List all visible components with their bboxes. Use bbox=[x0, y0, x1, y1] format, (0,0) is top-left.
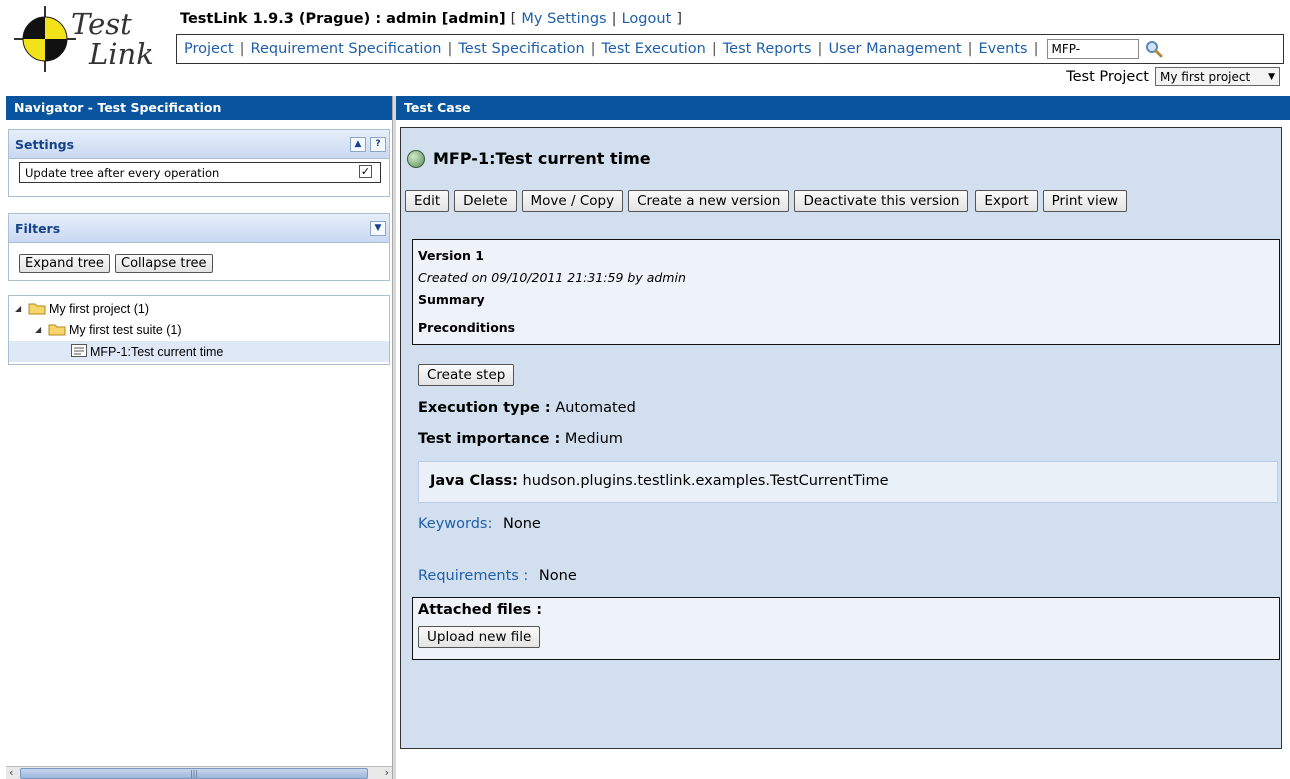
testcase-actions-toolbar: Edit Delete Move / Copy Create a new ver… bbox=[405, 190, 1128, 212]
print-view-button[interactable]: Print view bbox=[1042, 190, 1128, 212]
logo-word-test: Test bbox=[71, 7, 132, 41]
edit-button[interactable]: Edit bbox=[405, 190, 450, 212]
test-project-select[interactable]: My first project ▼ bbox=[1155, 67, 1280, 86]
main-menu-bar: Project | Requirement Specification | Test… bbox=[176, 34, 1284, 64]
menu-user-management[interactable]: User Management bbox=[828, 41, 961, 57]
summary-label: Summary bbox=[418, 292, 485, 307]
created-info: Created on 09/10/2011 21:31:59 by admin bbox=[418, 270, 686, 285]
keywords-value: None bbox=[502, 516, 541, 532]
attached-files-label: Attached files : bbox=[418, 602, 543, 618]
menu-test-execution[interactable]: Test Execution bbox=[602, 41, 706, 57]
menu-test-specification[interactable]: Test Specification bbox=[458, 41, 584, 57]
tree-node-suite[interactable]: ◢ My first test suite (1) bbox=[35, 319, 182, 340]
collapse-up-icon[interactable]: ▲ bbox=[350, 137, 366, 152]
create-new-version-button[interactable]: Create a new version bbox=[628, 190, 790, 212]
tree-node-label: My first test suite (1) bbox=[69, 322, 182, 337]
move-copy-button[interactable]: Move / Copy bbox=[521, 190, 624, 212]
test-project-label: Test Project bbox=[1066, 68, 1149, 85]
test-importance-value: Medium bbox=[564, 431, 623, 447]
filters-panel-header[interactable]: Filters ▼ bbox=[8, 213, 390, 243]
user-info-line: TestLink 1.9.3 (Prague) : admin [admin] … bbox=[180, 11, 682, 27]
navigator-title: Navigator - Test Specification bbox=[6, 96, 392, 120]
setting-update-tree-row: Update tree after every operation ✓ bbox=[19, 162, 381, 183]
deactivate-version-button[interactable]: Deactivate this version bbox=[794, 190, 969, 212]
filters-panel-body: Expand tree Collapse tree bbox=[8, 243, 390, 281]
upload-new-file-button[interactable]: Upload new file bbox=[418, 626, 541, 648]
tree-node-testcase[interactable]: MFP-1:Test current time bbox=[9, 341, 389, 362]
export-button[interactable]: Export bbox=[975, 190, 1038, 212]
search-icon[interactable] bbox=[1144, 39, 1166, 59]
requirements-link[interactable]: Requirements : bbox=[418, 568, 528, 584]
tree-node-project[interactable]: ◢ My first project (1) bbox=[15, 298, 149, 319]
logo-emblem-icon bbox=[14, 6, 76, 72]
testcase-title: MFP-1:Test current time bbox=[433, 149, 651, 168]
tree-node-label: My first project (1) bbox=[49, 301, 150, 316]
logo-word-link: Link bbox=[89, 37, 154, 71]
execution-type-label: Execution type : bbox=[418, 400, 551, 416]
execution-type-field: Execution type : Automated bbox=[418, 400, 636, 416]
menu-requirement-specification[interactable]: Requirement Specification bbox=[251, 41, 442, 57]
testlink-logo: Test Link bbox=[14, 6, 164, 76]
settings-panel-body: Update tree after every operation ✓ bbox=[8, 159, 390, 197]
test-importance-label: Test importance : bbox=[418, 431, 561, 447]
testcase-panel-title: Test Case bbox=[396, 96, 1290, 120]
logout-link[interactable]: Logout bbox=[622, 11, 672, 27]
app-title: TestLink 1.9.3 (Prague) : admin [admin] bbox=[180, 11, 506, 27]
update-tree-checkbox[interactable]: ✓ bbox=[359, 165, 372, 178]
settings-panel-header[interactable]: Settings ▲ ? bbox=[8, 129, 390, 159]
test-project-selected-value: My first project bbox=[1160, 69, 1251, 84]
delete-button[interactable]: Delete bbox=[454, 190, 517, 212]
testcase-search-input[interactable] bbox=[1046, 39, 1139, 59]
filters-title: Filters bbox=[15, 221, 61, 236]
dropdown-arrow-icon: ▼ bbox=[1268, 71, 1275, 82]
collapse-tree-button[interactable]: Collapse tree bbox=[115, 254, 213, 273]
version-info-box: Version 1 Created on 09/10/2011 21:31:59… bbox=[412, 239, 1280, 345]
expand-down-icon[interactable]: ▼ bbox=[370, 221, 386, 236]
preconditions-label: Preconditions bbox=[418, 320, 516, 335]
navigator-pane: Settings ▲ ? Update tree after every ope… bbox=[6, 120, 392, 779]
my-settings-link[interactable]: My Settings bbox=[521, 11, 606, 27]
version-label: Version 1 bbox=[418, 248, 484, 263]
execution-type-value: Automated bbox=[555, 400, 636, 416]
testcase-work-area: MFP-1:Test current time Edit Delete Move… bbox=[400, 127, 1282, 749]
testcase-pane: MFP-1:Test current time Edit Delete Move… bbox=[396, 120, 1290, 779]
automated-testcase-icon bbox=[407, 149, 425, 168]
keywords-field: Keywords: None bbox=[418, 516, 541, 532]
menu-project[interactable]: Project bbox=[184, 41, 234, 57]
menu-test-reports[interactable]: Test Reports bbox=[723, 41, 812, 57]
test-spec-tree: ◢ My first project (1) ◢ My first test s… bbox=[8, 295, 390, 365]
test-project-selector: Test Project My first project ▼ bbox=[1066, 67, 1280, 86]
scroll-left-arrow-icon[interactable]: ‹ bbox=[9, 766, 13, 779]
java-class-label: Java Class: bbox=[430, 473, 518, 489]
attached-files-box: Attached files : Upload new file bbox=[412, 597, 1280, 660]
test-importance-field: Test importance : Medium bbox=[418, 431, 623, 447]
testcase-heading: MFP-1:Test current time bbox=[407, 149, 651, 168]
java-class-value: hudson.plugins.testlink.examples.TestCur… bbox=[522, 473, 889, 489]
tree-node-label: MFP-1:Test current time bbox=[90, 344, 224, 359]
menu-events[interactable]: Events bbox=[979, 41, 1028, 57]
java-class-box: Java Class: hudson.plugins.testlink.exam… bbox=[418, 461, 1278, 503]
requirements-field: Requirements : None bbox=[418, 568, 577, 584]
folder-icon bbox=[48, 323, 66, 336]
tree-expanded-icon[interactable]: ◢ bbox=[35, 325, 45, 334]
keywords-link[interactable]: Keywords: bbox=[418, 516, 492, 532]
settings-title: Settings bbox=[15, 137, 75, 152]
help-icon[interactable]: ? bbox=[370, 137, 386, 152]
requirements-value: None bbox=[538, 568, 577, 584]
expand-tree-button[interactable]: Expand tree bbox=[19, 254, 110, 273]
scrollbar-thumb[interactable]: ||| bbox=[20, 768, 368, 779]
tree-expanded-icon[interactable]: ◢ bbox=[15, 304, 25, 313]
scroll-right-arrow-icon[interactable]: › bbox=[385, 766, 389, 779]
setting-update-tree-label: Update tree after every operation bbox=[25, 166, 220, 180]
navigator-horizontal-scrollbar[interactable]: ‹ ||| › bbox=[6, 766, 392, 779]
testcase-icon bbox=[71, 343, 87, 360]
folder-icon bbox=[28, 302, 46, 315]
create-step-button[interactable]: Create step bbox=[418, 364, 515, 386]
